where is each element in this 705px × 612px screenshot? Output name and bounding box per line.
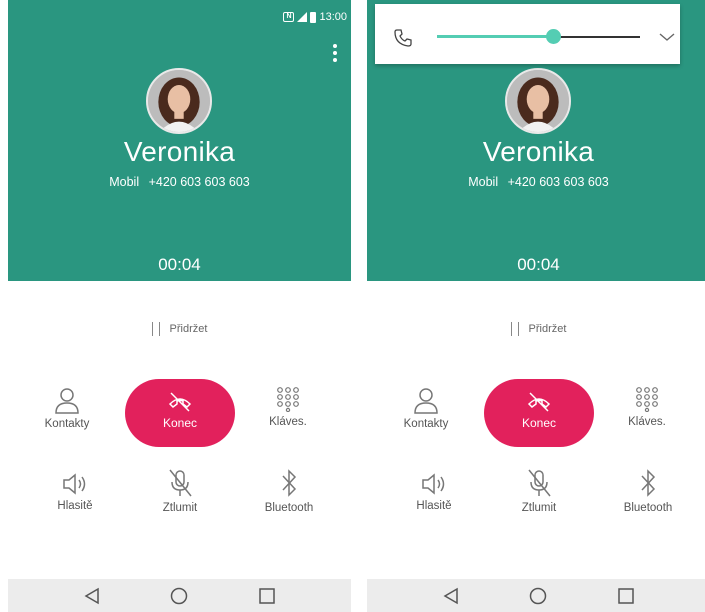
end-call-icon	[168, 392, 192, 412]
navigation-bar	[367, 579, 705, 612]
back-icon[interactable]	[442, 587, 460, 605]
end-call-icon	[527, 392, 551, 412]
keypad-label: Kláves.	[269, 416, 307, 428]
bluetooth-icon	[641, 469, 656, 497]
keypad-label: Kláves.	[628, 416, 666, 428]
contact-number-line: Mobil +420 603 603 603	[8, 175, 351, 189]
speaker-label: Hlasitě	[57, 500, 93, 512]
mute-label: Ztlumit	[521, 502, 557, 514]
contact-name: Veronika	[123, 136, 236, 167]
call-screen-left: N 13:00 Veronika Mobil +420 603 603 603 …	[8, 0, 351, 612]
hold-label: Přidržet	[528, 323, 567, 335]
end-call-button[interactable]: Konec	[484, 379, 594, 447]
bluetooth-label: Bluetooth	[623, 502, 673, 514]
chevron-down-icon[interactable]	[659, 32, 675, 42]
avatar	[505, 68, 571, 134]
hold-label: Přidržet	[169, 323, 208, 335]
avatar	[146, 68, 212, 134]
speaker-button[interactable]: Hlasitě	[48, 472, 102, 512]
end-call-button[interactable]: Konec	[125, 379, 235, 447]
volume-slider-fill	[437, 35, 553, 38]
keypad-button[interactable]: Kláves.	[617, 386, 677, 428]
number-type: Mobil	[468, 175, 499, 189]
contacts-icon	[55, 388, 79, 414]
contacts-label: Kontakty	[403, 418, 449, 430]
bluetooth-button[interactable]: Bluetooth	[613, 468, 683, 514]
status-time: 13:00	[319, 11, 347, 23]
bluetooth-label: Bluetooth	[264, 502, 314, 514]
call-header: N 13:00 Veronika Mobil +420 603 603 603 …	[8, 0, 351, 281]
contacts-button[interactable]: Kontakty	[36, 386, 98, 430]
status-bar: N 13:00	[283, 10, 347, 24]
speaker-button[interactable]: Hlasitě	[407, 472, 461, 512]
speaker-label: Hlasitě	[416, 500, 452, 512]
volume-slider-thumb[interactable]	[545, 29, 561, 44]
keypad-button[interactable]: Kláves.	[258, 386, 318, 428]
number-type: Mobil	[109, 175, 140, 189]
menu-icon[interactable]	[333, 44, 337, 62]
contacts-button[interactable]: Kontakty	[395, 386, 457, 430]
mute-icon	[528, 469, 551, 497]
bluetooth-icon	[282, 469, 297, 497]
mute-button[interactable]: Ztlumit	[153, 468, 207, 514]
call-duration: 00:04	[517, 255, 560, 274]
speaker-icon	[422, 473, 445, 495]
home-icon[interactable]	[529, 587, 547, 605]
home-icon[interactable]	[170, 587, 188, 605]
call-duration: 00:04	[158, 255, 201, 274]
recents-icon[interactable]	[617, 587, 635, 605]
volume-popup	[375, 4, 680, 64]
mute-label: Ztlumit	[162, 502, 198, 514]
speaker-icon	[63, 473, 86, 495]
nfc-icon: N	[283, 12, 295, 22]
battery-icon	[310, 11, 317, 23]
recents-icon[interactable]	[258, 587, 276, 605]
end-call-label: Konec	[521, 416, 557, 430]
keypad-icon	[636, 387, 658, 412]
mute-button[interactable]: Ztlumit	[512, 468, 566, 514]
end-call-label: Konec	[162, 416, 198, 430]
bluetooth-button[interactable]: Bluetooth	[254, 468, 324, 514]
mute-icon	[169, 469, 192, 497]
pause-icon	[151, 322, 160, 336]
phone-number: +420 603 603 603	[148, 175, 250, 189]
navigation-bar	[8, 579, 351, 612]
contact-name: Veronika	[482, 136, 595, 167]
hold-button[interactable]: Přidržet	[367, 322, 705, 336]
phone-number: +420 603 603 603	[507, 175, 609, 189]
pause-icon	[510, 322, 519, 336]
call-screen-right: Veronika Mobil +420 603 603 603 00:04 Př…	[367, 0, 705, 612]
signal-icon	[297, 12, 308, 22]
phone-icon	[394, 29, 412, 47]
contacts-icon	[414, 388, 438, 414]
keypad-icon	[277, 387, 299, 412]
hold-button[interactable]: Přidržet	[8, 322, 351, 336]
contacts-label: Kontakty	[44, 418, 90, 430]
back-icon[interactable]	[83, 587, 101, 605]
contact-number-line: Mobil +420 603 603 603	[367, 175, 705, 189]
